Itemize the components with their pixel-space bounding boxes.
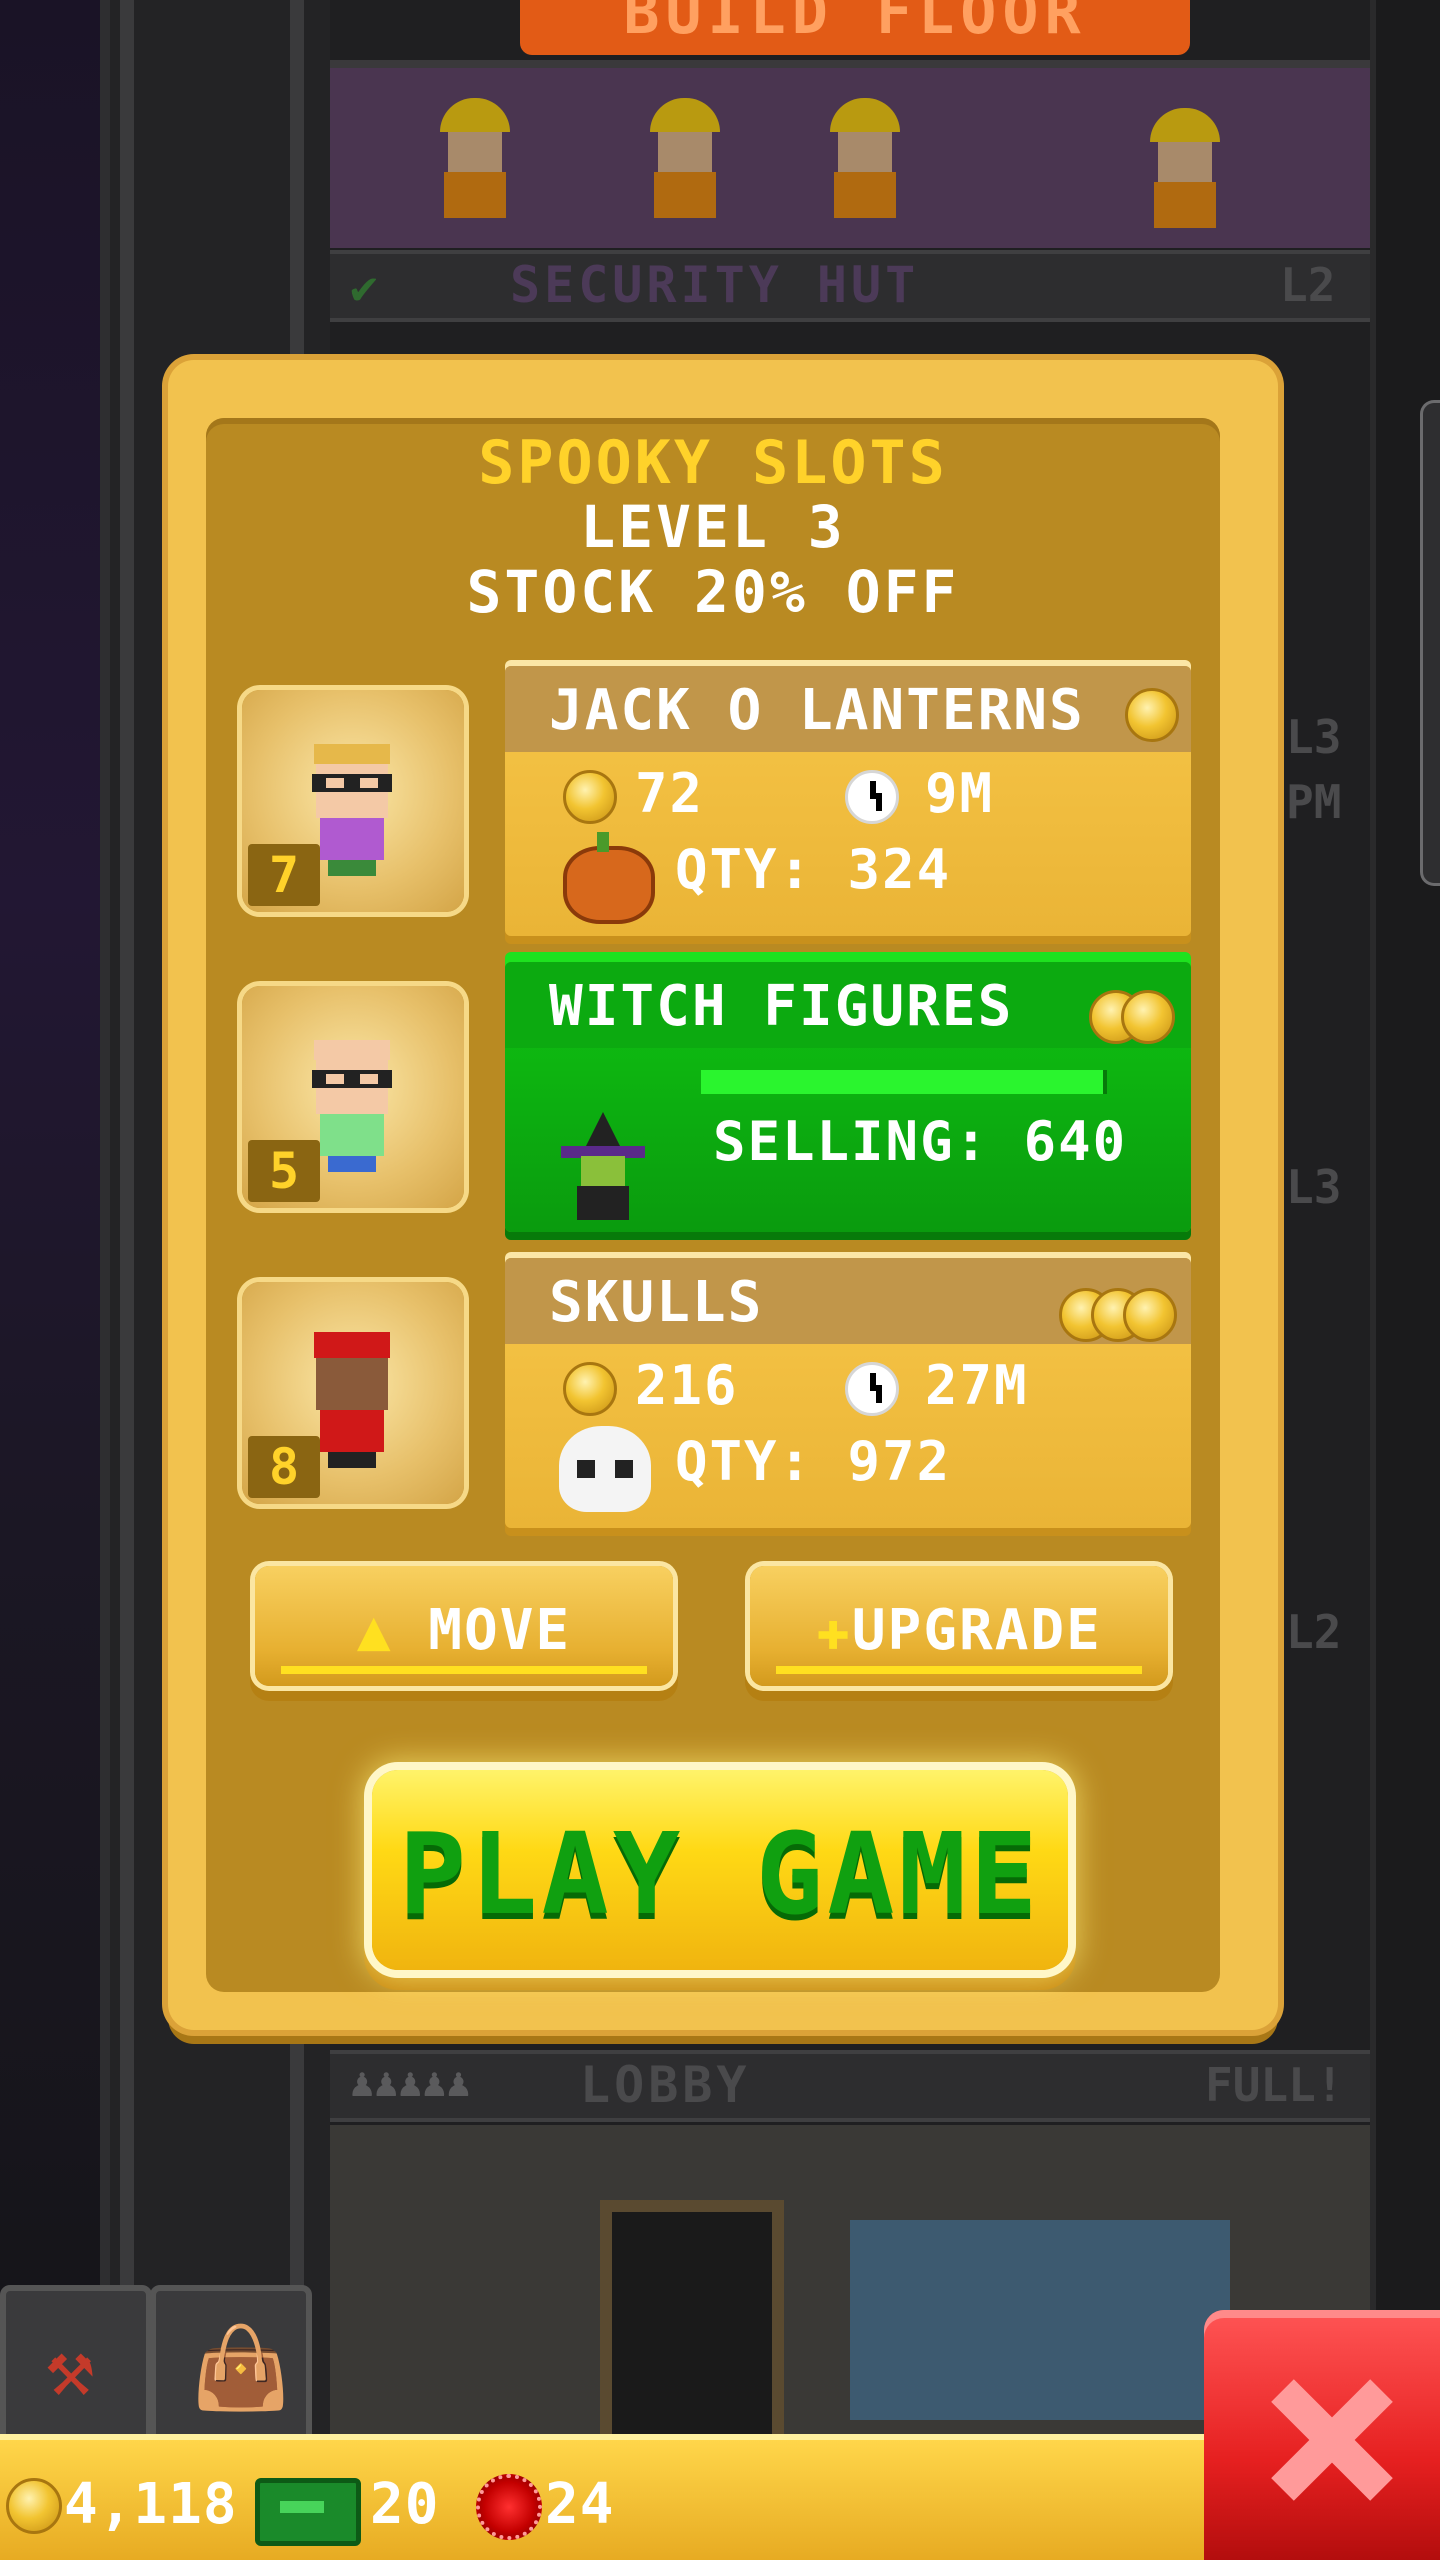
side-level-label: PM xyxy=(1286,775,1342,829)
clock-icon xyxy=(845,1362,899,1416)
side-level-label: L3 xyxy=(1286,710,1342,764)
worker-portrait[interactable]: 5 xyxy=(242,986,464,1208)
floor-status: FULL! xyxy=(1205,2058,1344,2112)
item-name: SKULLS xyxy=(549,1270,764,1335)
worker-sprite xyxy=(1150,108,1220,228)
item-qty: QTY: 972 xyxy=(675,1430,952,1493)
elevator-rail xyxy=(120,0,134,2440)
tower-edge xyxy=(1370,0,1440,2440)
worker-sprite xyxy=(440,98,510,218)
bux-count: 20 xyxy=(370,2472,440,2537)
coin-icon xyxy=(6,2478,62,2534)
arrow-up-icon: ▲ xyxy=(356,1598,393,1663)
floor-strip-security[interactable]: ✔ SECURITY HUT L2 xyxy=(330,250,1370,322)
scroll-handle[interactable] xyxy=(1420,400,1440,886)
play-game-label: PLAY GAME xyxy=(398,1810,1042,1940)
build-floor-button[interactable]: BUILD FLOOR xyxy=(520,0,1190,55)
floor-name: SECURITY HUT xyxy=(510,256,920,314)
floor-level: L2 xyxy=(1280,258,1336,312)
selling-progress-track xyxy=(701,1070,1107,1094)
worker-sprite xyxy=(830,98,900,218)
worker-portrait[interactable]: 8 xyxy=(242,1282,464,1504)
worker-dream-level: 7 xyxy=(248,844,320,906)
floor-name: LOBBY xyxy=(580,2056,751,2114)
skull-icon xyxy=(553,1418,653,1518)
tool-button-hammer[interactable]: ⚒ xyxy=(0,2285,152,2452)
occupant-icons: ♟♟♟♟♟ xyxy=(350,2060,471,2106)
tool-button-bag[interactable]: 👜 xyxy=(150,2285,312,2452)
tower-bux-icon xyxy=(255,2478,361,2546)
stock-item-card[interactable]: JACK O LANTERNS 72 9M QTY: 324 xyxy=(505,666,1191,936)
move-button[interactable]: ▲ MOVE xyxy=(255,1566,673,1686)
coin-tier-icon xyxy=(1125,688,1179,742)
side-level-label: L3 xyxy=(1286,1160,1342,1214)
bag-icon: 👜 xyxy=(191,2321,291,2414)
worker-dream-level: 5 xyxy=(248,1140,320,1202)
item-name: WITCH FIGURES xyxy=(549,974,1014,1039)
coin-tier-icon xyxy=(1121,990,1175,1044)
worker-portrait[interactable]: 7 xyxy=(242,690,464,912)
construction-floor xyxy=(330,60,1370,248)
close-button[interactable] xyxy=(1204,2310,1440,2560)
item-selling: SELLING: 640 xyxy=(713,1110,1128,1173)
lobby-window xyxy=(850,2220,1230,2420)
close-icon xyxy=(1264,2370,1394,2500)
clock-icon xyxy=(845,770,899,824)
item-name: JACK O LANTERNS xyxy=(549,678,1085,743)
upgrade-label: UPGRADE xyxy=(851,1598,1102,1663)
stock-item-card-selling[interactable]: WITCH FIGURES SELLING: 640 xyxy=(505,962,1191,1232)
coin-icon xyxy=(563,1362,617,1416)
pumpkin-icon xyxy=(553,826,655,926)
floor-discount: STOCK 20% OFF xyxy=(466,558,960,626)
coin-icon xyxy=(563,770,617,824)
coin-tier-icon xyxy=(1123,1288,1177,1342)
plus-icon: ✚ xyxy=(816,1598,852,1663)
floor-level: LEVEL 3 xyxy=(580,493,846,561)
selling-progress-fill xyxy=(701,1070,1103,1094)
play-game-button[interactable]: PLAY GAME xyxy=(372,1770,1068,1970)
casino-chip-icon xyxy=(476,2474,542,2540)
side-level-label: L2 xyxy=(1286,1605,1342,1659)
coin-count: 4,118 xyxy=(64,2472,238,2537)
stock-item-card[interactable]: SKULLS 216 27M QTY: 972 xyxy=(505,1258,1191,1528)
floor-title: SPOOKY SLOTS xyxy=(478,428,948,498)
floor-strip-lobby[interactable]: ♟♟♟♟♟ LOBBY FULL! xyxy=(330,2050,1370,2122)
worker-dream-level: 8 xyxy=(248,1436,320,1498)
item-cost: 216 xyxy=(635,1354,739,1417)
chip-count: 24 xyxy=(545,2472,615,2537)
worker-sprite xyxy=(650,98,720,218)
item-time: 9M xyxy=(925,762,995,825)
build-floor-label: BUILD FLOOR xyxy=(623,0,1087,48)
witch-icon xyxy=(553,1112,653,1220)
item-qty: QTY: 324 xyxy=(675,838,952,901)
hammer-icon: ⚒ xyxy=(46,2321,95,2414)
lobby-door xyxy=(600,2200,784,2464)
item-time: 27M xyxy=(925,1354,1029,1417)
upgrade-button[interactable]: ✚UPGRADE xyxy=(750,1566,1168,1686)
move-label: MOVE xyxy=(428,1598,572,1663)
check-icon: ✔ xyxy=(350,260,378,314)
item-cost: 72 xyxy=(635,762,705,825)
